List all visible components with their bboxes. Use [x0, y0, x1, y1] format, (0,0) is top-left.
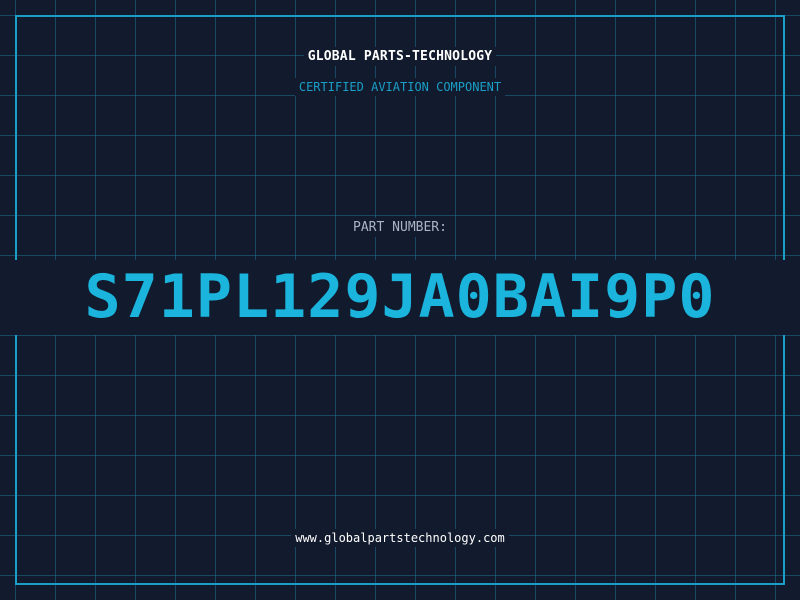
website-url-text: www.globalpartstechnology.com	[291, 529, 509, 547]
certification-subtitle-text: CERTIFIED AVIATION COMPONENT	[294, 78, 506, 96]
company-name-text: GLOBAL PARTS-TECHNOLOGY	[303, 47, 497, 66]
part-label-card: GLOBAL PARTS-TECHNOLOGY CERTIFIED AVIATI…	[0, 0, 800, 600]
part-number-value: S71PL129JA0BAI9P0	[84, 262, 716, 332]
website-url: www.globalpartstechnology.com	[0, 529, 800, 547]
part-number-label: PART NUMBER:	[0, 218, 800, 237]
part-number-label-text: PART NUMBER:	[349, 218, 451, 237]
certification-subtitle: CERTIFIED AVIATION COMPONENT	[0, 78, 800, 96]
company-name: GLOBAL PARTS-TECHNOLOGY	[0, 47, 800, 66]
